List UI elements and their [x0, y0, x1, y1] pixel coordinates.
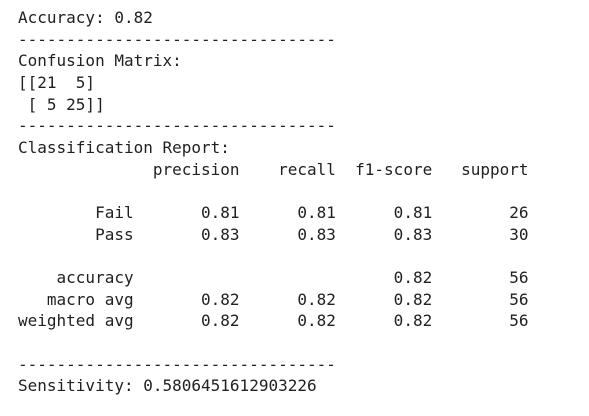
report-row-pass: Pass 0.83 0.83 0.83 30	[18, 225, 529, 244]
report-row-macro-avg: macro avg 0.82 0.82 0.82 56	[18, 290, 529, 309]
console-output: Accuracy: 0.82 -------------------------…	[0, 0, 589, 416]
separator-line: ---------------------------------	[18, 355, 336, 374]
classification-report-title: Classification Report:	[18, 138, 230, 157]
accuracy-line: Accuracy: 0.82	[18, 8, 153, 27]
confusion-matrix-row: [ 5 25]]	[18, 95, 105, 114]
confusion-matrix-row: [[21 5]	[18, 73, 96, 92]
report-row-fail: Fail 0.81 0.81 0.81 26	[18, 203, 529, 222]
report-row-accuracy: accuracy 0.82 56	[18, 268, 529, 287]
separator-line: ---------------------------------	[18, 116, 336, 135]
separator-line: ---------------------------------	[18, 30, 336, 49]
report-header-row: precision recall f1-score support	[18, 160, 529, 179]
report-row-weighted-avg: weighted avg 0.82 0.82 0.82 56	[18, 311, 529, 330]
confusion-matrix-title: Confusion Matrix:	[18, 51, 182, 70]
sensitivity-line: Sensitivity: 0.5806451612903226	[18, 376, 317, 395]
